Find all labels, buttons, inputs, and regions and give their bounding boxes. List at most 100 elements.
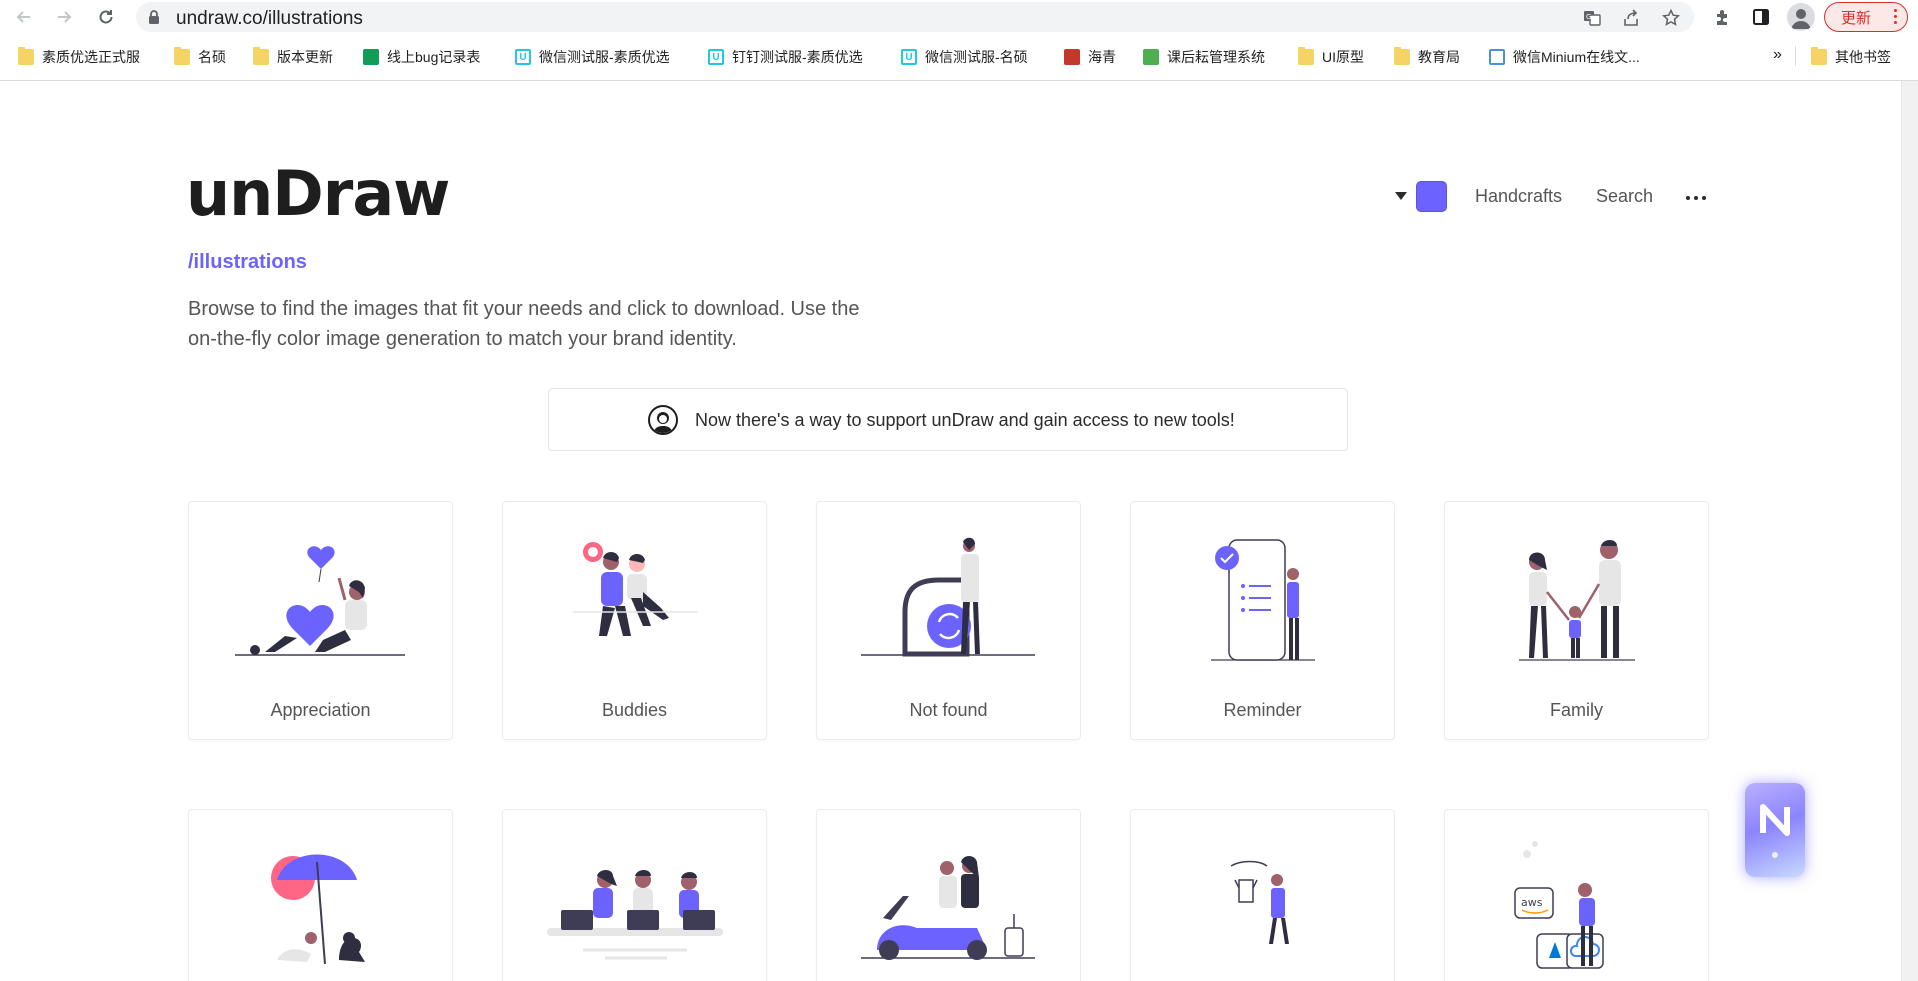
chrome-divider [0,80,1918,81]
bookmark-item[interactable]: U 微信测试服-名硕 [901,46,1028,68]
bookmark-divider [1795,46,1796,66]
person-icon [1791,9,1811,29]
back-button[interactable] [10,3,38,31]
nav-handcrafts[interactable]: Handcrafts [1475,186,1562,207]
bookmark-item[interactable]: 微信Minium在线文... [1489,46,1640,68]
bookmark-item[interactable]: 素质优选正式服 [18,46,140,68]
illustration-label: Reminder [1223,700,1302,720]
share-icon[interactable] [1620,7,1642,29]
bookmark-label: 微信测试服-素质优选 [539,49,670,65]
assistant-logo-icon [1760,804,1790,858]
translate-icon[interactable]: G [1581,7,1603,29]
support-banner[interactable]: Now there's a way to support unDraw and … [548,388,1348,451]
folder-icon [18,47,34,65]
accent-color-picker[interactable] [1416,181,1447,212]
cloud-providers-illustration: aws [1514,841,1604,969]
bookmark-label: 其他书签 [1835,49,1891,65]
illustration-label: Appreciation [270,700,371,720]
bookmark-label: 线上bug记录表 [387,49,481,65]
bookmark-item[interactable]: U 微信测试服-素质优选 [515,46,670,68]
arrow-right-icon [58,11,72,23]
folder-icon [1298,47,1314,65]
u-icon: U [708,49,724,65]
browser-toolbar: undraw.co/illustrations G 更新 [0,0,1918,34]
not-found-illustration [861,537,1035,657]
illustration-card[interactable] [502,809,767,981]
family-illustration [1519,540,1635,661]
bookmark-label: 名硕 [198,49,226,65]
illustration-label: Buddies [601,700,668,720]
illustration-card[interactable] [816,809,1081,981]
green-app-icon [1143,49,1159,65]
scroll-minimap [1901,81,1918,981]
reload-button[interactable] [92,3,120,31]
bookmark-item[interactable]: 线上bug记录表 [363,46,480,68]
nav-search[interactable]: Search [1596,186,1653,207]
floating-assistant-widget[interactable] [1745,783,1805,877]
team-remote-illustration [547,870,723,960]
bookmark-item[interactable]: 课后耘管理系统 [1143,46,1265,68]
illustration-label: Family [1550,700,1603,720]
illustration-card[interactable]: Not found [816,501,1081,740]
bookmark-item[interactable]: 海青 [1064,46,1116,68]
bookmark-item[interactable]: U 钉钉测试服-素质优选 [708,46,863,68]
beach-illustration [271,854,365,965]
bookmark-item[interactable]: UI原型 [1298,46,1364,68]
color-dropdown-caret-icon[interactable] [1395,192,1407,200]
other-bookmarks[interactable]: 其他书签 [1811,46,1891,68]
bookmark-item[interactable]: 教育局 [1394,46,1460,68]
kebab-menu-icon [1894,9,1897,24]
illustration-card[interactable] [1130,809,1395,981]
more-options-icon[interactable] [1686,196,1706,200]
illustration-card[interactable]: aws [1444,809,1709,981]
folder-icon [253,47,269,65]
bookmark-label: 微信测试服-名硕 [925,49,1028,65]
aws-badge: aws [1521,896,1543,909]
banner-text: Now there's a way to support unDraw and … [695,410,1235,430]
bookmark-item[interactable]: 版本更新 [253,46,333,68]
star-icon[interactable] [1660,7,1682,29]
bookmark-label: 课后耘管理系统 [1167,49,1265,65]
bookmark-label: 钉钉测试服-素质优选 [732,49,863,65]
u-icon: U [901,49,917,65]
illustration-card[interactable]: Appreciation [188,501,453,740]
bookmarks-bar: 素质优选正式服 名硕 版本更新 线上bug记录表 U 微信测试服-素质优选 U 钉钉… [0,40,1918,76]
illustration-card[interactable]: Reminder [1130,501,1395,740]
u-icon: U [515,49,531,65]
arrow-left-icon [16,11,30,23]
update-button[interactable]: 更新 [1824,2,1908,32]
page-subroute: /illustrations [188,251,307,273]
illustration-card[interactable] [188,809,453,981]
bookmark-label: 教育局 [1418,49,1460,65]
forward-button[interactable] [50,3,78,31]
folder-icon [174,47,190,65]
bookmark-item[interactable]: 名硕 [174,46,226,68]
reminder-illustration [1211,539,1315,661]
more-bookmarks-button[interactable]: » [1773,46,1782,64]
illustration-card[interactable]: Buddies [502,501,767,740]
illustration-card[interactable]: Family [1444,501,1709,740]
site-logo[interactable]: unDraw [186,163,450,225]
address-bar[interactable]: undraw.co/illustrations G [136,2,1694,32]
appreciation-illustration [235,546,405,656]
site-icon [1064,49,1080,65]
folder-icon [1394,47,1410,65]
minium-icon [1489,49,1505,65]
url-text: undraw.co/illustrations [176,8,363,29]
buddies-illustration [573,542,698,636]
bookmark-label: 海青 [1088,49,1116,65]
folder-icon [1811,47,1827,65]
extensions-icon[interactable] [1709,4,1735,30]
bookmark-label: 素质优选正式服 [42,49,140,65]
bookmark-label: UI原型 [1322,49,1364,65]
sheet-icon [363,49,379,65]
illustration-label: Not found [909,700,988,720]
update-label: 更新 [1841,9,1872,27]
side-panel-icon[interactable] [1748,4,1774,30]
profile-avatar[interactable] [1787,3,1815,31]
bookmark-label: 微信Minium在线文... [1513,49,1640,65]
intro-text: Browse to find the images that fit your … [188,298,860,350]
scooter-illustration [861,856,1035,960]
reload-icon [99,10,113,24]
supporter-avatar-icon [648,405,678,435]
